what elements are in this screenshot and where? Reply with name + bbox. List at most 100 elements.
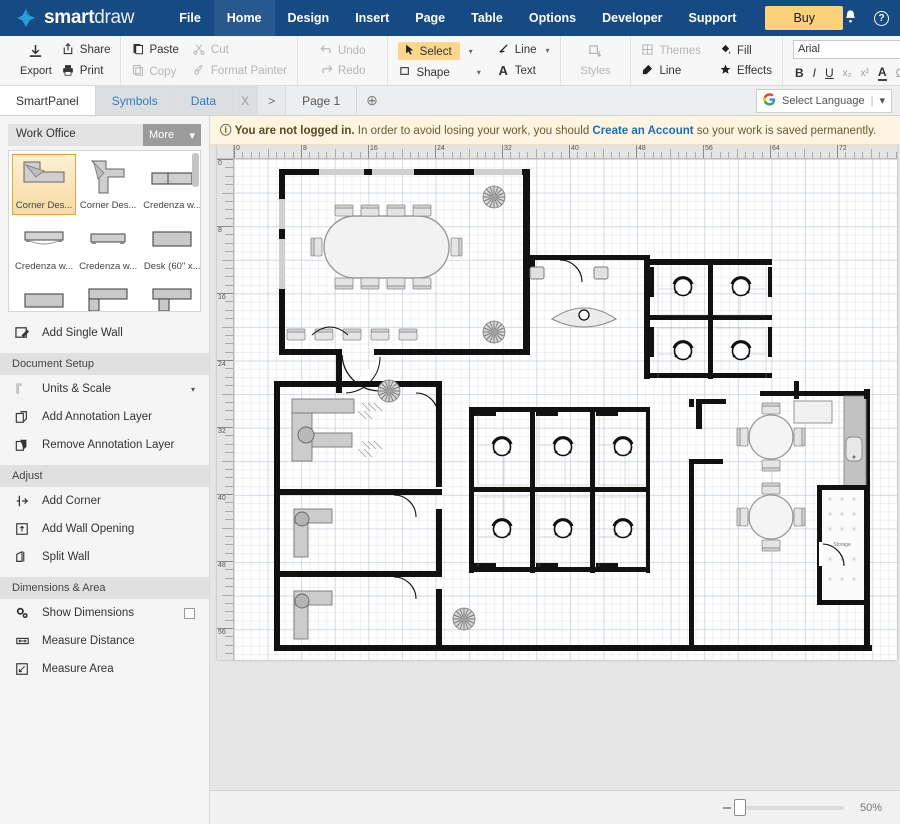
styles-button[interactable]: Styles — [571, 44, 621, 77]
print-button[interactable]: Print — [62, 64, 111, 79]
drawing-grid[interactable]: Storage — [234, 159, 897, 660]
zoom-slider-track[interactable] — [734, 798, 844, 816]
shape-desk-rect[interactable] — [12, 276, 76, 311]
line-tool-label[interactable]: Line — [515, 44, 537, 56]
units-and-scale-action[interactable]: Units & Scale ▾ — [0, 375, 209, 403]
brand-bold: smart — [44, 7, 95, 28]
ribbon-group-tools: Select ▾ Shape ▾ Line ▾ A Text — [388, 36, 561, 85]
format-painter-button[interactable]: Format Painter — [193, 64, 287, 79]
square-outline-icon — [398, 66, 411, 79]
paste-button[interactable]: Paste — [131, 42, 179, 58]
line-format-button[interactable]: Line — [641, 64, 701, 78]
measure-distance-action[interactable]: Measure Distance — [0, 627, 209, 655]
bell-icon[interactable] — [843, 9, 858, 27]
export-button[interactable]: Export — [10, 44, 62, 77]
round-table — [736, 482, 806, 552]
office-floor-plan[interactable]: Storage — [234, 159, 897, 659]
add-corner-action[interactable]: Add Corner — [0, 487, 209, 515]
tab-page-1[interactable]: Page 1 — [286, 86, 358, 115]
zoom-slider-thumb[interactable] — [734, 798, 746, 816]
cut-button[interactable]: Cut — [193, 43, 287, 58]
font-name-input[interactable]: Arial — [792, 40, 900, 59]
menu-item-developer[interactable]: Developer — [589, 0, 675, 36]
buy-button[interactable]: Buy — [765, 6, 844, 30]
units-dropdown-caret-icon[interactable]: ▾ — [191, 385, 195, 394]
italic-button[interactable]: I — [813, 66, 816, 80]
tab-data[interactable]: Data — [174, 86, 234, 115]
show-dimensions-label: Show Dimensions — [42, 607, 135, 619]
shape-corner-desk-1[interactable]: Corner Des... — [12, 154, 77, 215]
shape-desk-60[interactable]: Desk (60" x... — [140, 215, 200, 276]
add-single-wall-action[interactable]: Add Single Wall — [0, 318, 209, 347]
shape-credenza-3[interactable]: Credenza w... — [76, 215, 140, 276]
credenza-3-shape — [79, 219, 137, 259]
add-annotation-layer-action[interactable]: Add Annotation Layer — [0, 403, 209, 431]
share-button[interactable]: Share — [62, 42, 110, 58]
select-caret-icon[interactable]: ▾ — [469, 47, 473, 56]
measure-area-action[interactable]: Measure Area — [0, 655, 209, 683]
library-more-caret-icon: ▾ — [189, 129, 195, 142]
add-page-icon[interactable]: ⊕ — [357, 86, 387, 115]
library-more-button[interactable]: More ▾ — [143, 124, 201, 146]
tab-close-icon[interactable]: X — [233, 86, 259, 115]
shape-caret-icon[interactable]: ▾ — [477, 68, 481, 77]
remove-annotation-layer-action[interactable]: Remove Annotation Layer — [0, 431, 209, 459]
add-layer-icon — [14, 410, 30, 424]
add-wall-opening-action[interactable]: Add Wall Opening — [0, 515, 209, 543]
shape-credenza-2[interactable]: Credenza w... — [12, 215, 76, 276]
clipboard-col-2: Cut Format Painter — [193, 43, 287, 79]
create-account-link[interactable]: Create an Account — [592, 125, 693, 137]
menu-item-options[interactable]: Options — [516, 0, 589, 36]
shape-l-desk-right[interactable] — [76, 276, 140, 311]
zoom-slider-control[interactable] — [723, 798, 844, 816]
help-circle-icon[interactable]: ? — [874, 10, 890, 26]
share-icon — [62, 42, 75, 58]
language-selector[interactable]: Select Language | ▾ — [756, 88, 892, 113]
menu-item-table[interactable]: Table — [458, 0, 516, 36]
font-color-button[interactable]: A — [877, 65, 887, 81]
menu-item-design[interactable]: Design — [275, 0, 343, 36]
undo-button[interactable]: Undo — [320, 44, 365, 58]
clipboard-col-1: Paste Copy — [131, 42, 179, 79]
brand-logo-area[interactable]: smartdraw — [0, 7, 148, 29]
themes-button[interactable]: Themes — [641, 43, 701, 58]
menu-item-insert[interactable]: Insert — [342, 0, 402, 36]
show-dimensions-checkbox[interactable] — [184, 607, 195, 619]
menu-item-file[interactable]: File — [166, 0, 214, 36]
canvas-scroll-wrapper[interactable]: 0 8 16 24 32 40 48 56 64 72 0 8 16 24 32… — [210, 145, 900, 790]
fill-button[interactable]: Fill — [719, 44, 772, 58]
tab-smartpanel[interactable]: SmartPanel — [0, 86, 96, 115]
tab-next-arrow-icon[interactable]: > — [258, 86, 287, 115]
line-caret-icon[interactable]: ▾ — [546, 46, 550, 55]
redo-button[interactable]: Redo — [320, 64, 365, 78]
menu-item-support[interactable]: Support — [676, 0, 750, 36]
underline-button[interactable]: U — [825, 66, 834, 80]
split-wall-action[interactable]: Split Wall — [0, 543, 209, 571]
tab-symbols[interactable]: Symbols — [95, 86, 175, 115]
superscript-button[interactable]: x² — [861, 68, 869, 79]
text-tool-label[interactable]: Text — [515, 65, 536, 77]
measure-area-label: Measure Area — [42, 663, 114, 675]
subscript-button[interactable]: x₂ — [843, 68, 852, 79]
shape-label: Corner Des... — [79, 200, 137, 211]
bold-button[interactable]: B — [795, 66, 804, 80]
show-dimensions-action[interactable]: Show Dimensions — [0, 599, 209, 627]
menu-item-home[interactable]: Home — [213, 0, 275, 36]
shape-corner-desk-2[interactable]: Corner Des... — [76, 154, 140, 215]
select-tool[interactable]: Select — [398, 42, 460, 60]
download-icon — [28, 44, 43, 62]
drawing-page[interactable]: 0 8 16 24 32 40 48 56 64 72 0 8 16 24 32… — [217, 145, 897, 660]
canvas-area: ⓘ You are not logged in. In order to avo… — [210, 116, 900, 824]
shape-tool-label[interactable]: Shape — [416, 67, 449, 79]
shape-l-desk-left[interactable] — [140, 276, 200, 311]
shape-label: Credenza w... — [79, 261, 138, 272]
add-single-wall-label: Add Single Wall — [42, 326, 123, 339]
measure-area-icon — [14, 662, 30, 676]
copy-button[interactable]: Copy — [131, 64, 178, 79]
ruler-corner-icon — [14, 382, 30, 396]
menu-item-page[interactable]: Page — [402, 0, 458, 36]
effects-button[interactable]: Effects — [719, 63, 772, 78]
symbol-button[interactable]: Ω — [896, 66, 900, 80]
shape-grid-scrollbar[interactable] — [192, 153, 199, 187]
minus-icon[interactable] — [723, 806, 731, 809]
